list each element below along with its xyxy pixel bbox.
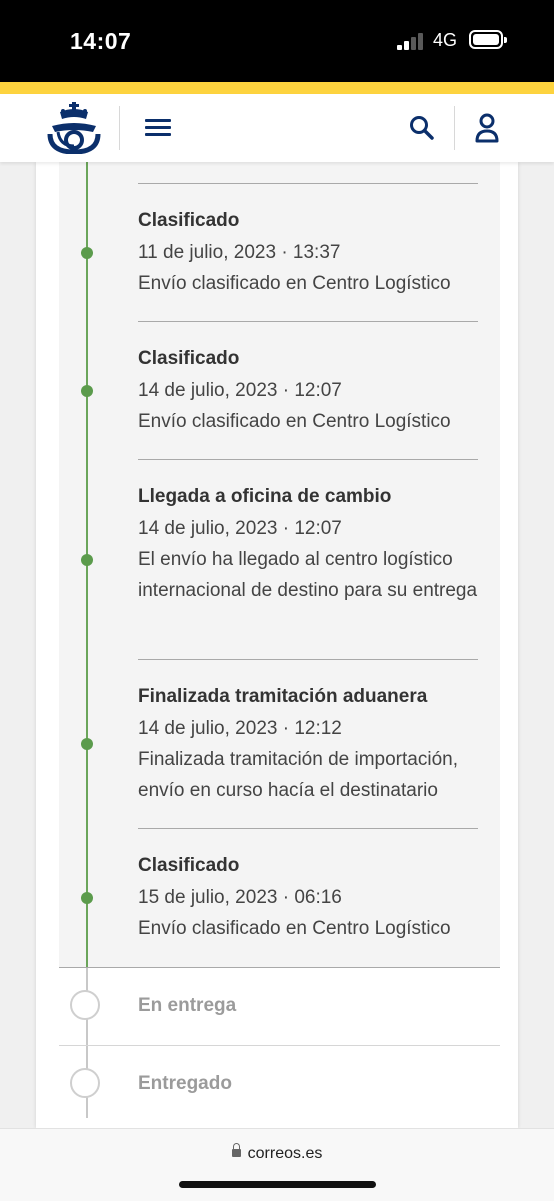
event-date: 11 de julio, 2023 · 13:37 (138, 242, 341, 263)
network-type: 4G (433, 30, 458, 50)
event-title: Clasificado (138, 855, 240, 876)
timeline-dot-completed (81, 247, 93, 259)
lock-icon (231, 1143, 241, 1157)
browser-url-bar[interactable]: correos.es (0, 1128, 554, 1201)
event-description: Envío clasificado en Centro Logístico (138, 918, 451, 939)
event-divider (138, 321, 478, 322)
site-header (0, 94, 554, 162)
event-divider (138, 659, 478, 660)
timeline-ring-pending (70, 990, 100, 1020)
event-divider (138, 183, 478, 184)
pending-step-title: En entrega (138, 995, 237, 1016)
timeline-dot-completed (81, 892, 93, 904)
correos-logo-icon[interactable] (46, 102, 102, 155)
step-divider (59, 1045, 500, 1046)
search-icon[interactable] (408, 114, 436, 142)
event-date: 15 de julio, 2023 · 06:16 (138, 887, 342, 908)
timeline-dot-completed (81, 385, 93, 397)
event-date: 14 de julio, 2023 · 12:07 (138, 380, 342, 401)
status-time: 14:07 (70, 28, 132, 54)
event-title: Clasificado (138, 348, 240, 369)
event-divider (138, 459, 478, 460)
timeline-dot-completed (81, 554, 93, 566)
event-title: Llegada a oficina de cambio (138, 486, 392, 507)
event-title: Clasificado (138, 210, 240, 231)
event-divider (138, 828, 478, 829)
pending-step-title: Entregado (138, 1073, 232, 1094)
event-date: 14 de julio, 2023 · 12:07 (138, 518, 342, 539)
signal-icon (397, 33, 425, 50)
event-description: Envío clasificado en Centro Logístico (138, 273, 451, 294)
user-icon[interactable] (473, 112, 501, 144)
timeline-dot-completed (81, 738, 93, 750)
header-divider (454, 106, 455, 150)
status-bar: 14:07 4G (0, 0, 554, 82)
event-description: El envío ha llegado al centro logístico … (138, 549, 478, 601)
home-indicator[interactable] (179, 1181, 376, 1188)
timeline-ring-pending (70, 1068, 100, 1098)
event-description: Finalizada tramitación de importación, e… (138, 749, 458, 801)
hamburger-menu-icon[interactable] (145, 119, 171, 137)
header-divider (119, 106, 120, 150)
battery-icon (469, 30, 507, 49)
event-description: Envío clasificado en Centro Logístico (138, 411, 451, 432)
url-display[interactable]: correos.es (0, 1143, 554, 1163)
url-text: correos.es (247, 1145, 323, 1162)
event-date: 14 de julio, 2023 · 12:12 (138, 718, 342, 739)
panel-bottom-border (59, 967, 500, 968)
event-title: Finalizada tramitación aduanera (138, 686, 428, 707)
brand-strip (0, 82, 554, 94)
